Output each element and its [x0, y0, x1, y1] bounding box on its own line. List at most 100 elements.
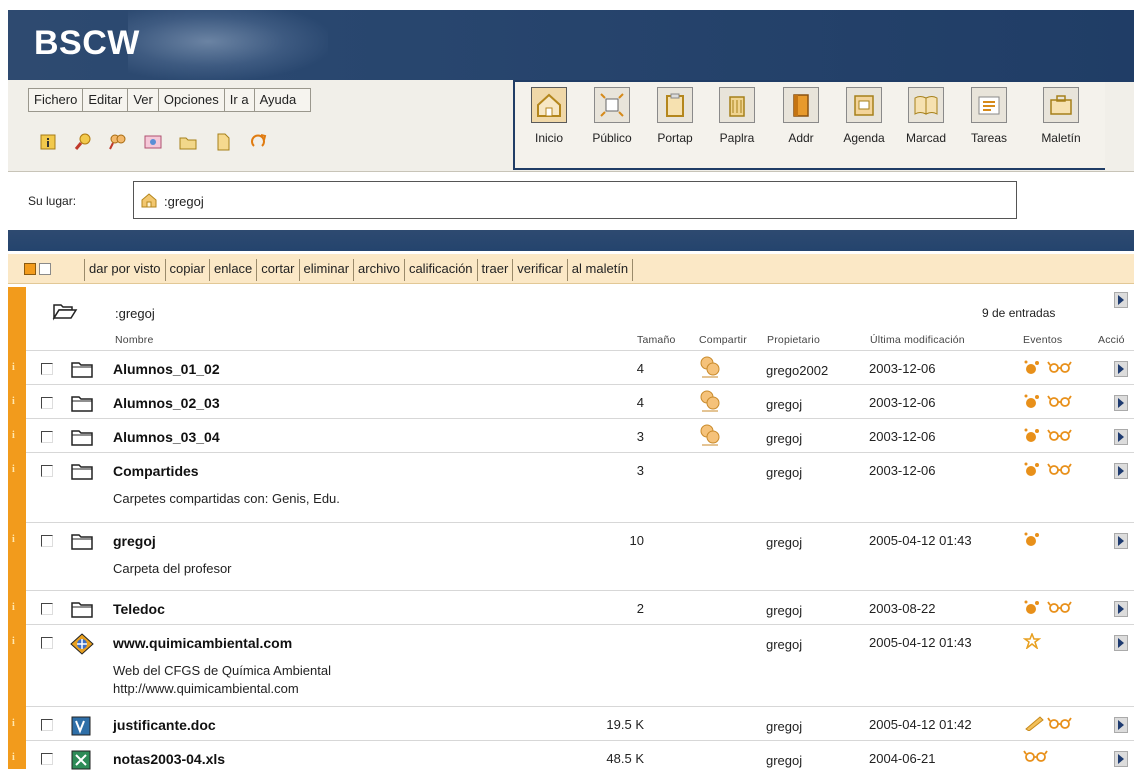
item-name-link[interactable]: www.quimicambiental.com	[113, 635, 292, 651]
row-checkbox[interactable]	[41, 431, 53, 443]
toolbar-pblico-button[interactable]: Público	[581, 87, 643, 167]
info-icon[interactable]	[38, 132, 58, 152]
select-all-icon[interactable]	[24, 263, 36, 275]
xls-icon[interactable]	[70, 749, 92, 774]
row-action-button[interactable]	[1114, 751, 1128, 767]
add-url-icon[interactable]	[143, 132, 163, 152]
new-document-icon[interactable]	[213, 132, 233, 152]
table-row[interactable]: i Teledoc 2 gregoj 2003-08-22	[12, 590, 1134, 624]
col-owner[interactable]: Propietario	[767, 334, 820, 346]
read-event-icon[interactable]	[1047, 428, 1073, 445]
row-checkbox[interactable]	[41, 719, 53, 731]
folder-icon[interactable]	[70, 359, 94, 382]
item-owner-link[interactable]: gregoj	[766, 719, 802, 734]
read-event-icon[interactable]	[1047, 394, 1073, 411]
item-owner-link[interactable]: gregoj	[766, 535, 802, 550]
menu-editar[interactable]: Editar	[83, 89, 129, 111]
item-name-link[interactable]: Alumnos_02_03	[113, 395, 220, 411]
read-event-icon[interactable]	[1047, 600, 1073, 617]
shared-people-icon[interactable]	[698, 355, 722, 384]
col-events[interactable]: Eventos	[1023, 334, 1062, 346]
item-owner-link[interactable]: gregoj	[766, 637, 802, 652]
action-archivo[interactable]: archivo	[353, 259, 404, 281]
folder-icon[interactable]	[70, 531, 94, 554]
row-checkbox[interactable]	[41, 397, 53, 409]
item-owner-link[interactable]: grego2002	[766, 363, 828, 378]
item-owner-link[interactable]: gregoj	[766, 431, 802, 446]
item-owner-link[interactable]: gregoj	[766, 603, 802, 618]
action-al-maletín[interactable]: al maletín	[566, 259, 634, 281]
toolbar-portap-button[interactable]: Portap	[644, 87, 706, 167]
toolbar-addr-button[interactable]: Addr	[770, 87, 832, 167]
table-row[interactable]: i Alumnos_03_04 3 gregoj 2003-12-06	[12, 418, 1134, 452]
col-modified[interactable]: Última modificación	[870, 334, 965, 346]
item-name-link[interactable]: justificante.doc	[113, 717, 216, 733]
read-event-icon[interactable]	[1047, 716, 1073, 733]
col-size[interactable]: Tamaño	[637, 334, 676, 346]
toolbar-maletn-button[interactable]: Maletín	[1030, 87, 1092, 167]
toolbar-agenda-button[interactable]: Agenda	[833, 87, 895, 167]
action-enlace[interactable]: enlace	[208, 259, 256, 281]
menu-ver[interactable]: Ver	[128, 89, 159, 111]
row-action-button[interactable]	[1114, 361, 1128, 377]
row-action-button[interactable]	[1114, 717, 1128, 733]
row-action-button[interactable]	[1114, 635, 1128, 651]
col-share[interactable]: Compartir	[699, 334, 747, 346]
row-action-button[interactable]	[1114, 463, 1128, 479]
action-dar-por-visto[interactable]: dar por visto	[84, 259, 165, 281]
star-event-icon[interactable]	[1022, 631, 1042, 652]
folder-icon[interactable]	[70, 599, 94, 622]
item-name-link[interactable]: Alumnos_01_02	[113, 361, 220, 377]
doc-icon[interactable]	[70, 715, 92, 740]
menu-opciones[interactable]: Opciones	[159, 89, 225, 111]
row-checkbox[interactable]	[41, 363, 53, 375]
menu-fichero[interactable]: Fichero	[29, 89, 84, 111]
item-name-link[interactable]: Alumnos_03_04	[113, 429, 220, 445]
item-name-link[interactable]: notas2003-04.xls	[113, 751, 225, 767]
new-event-icon[interactable]	[1023, 599, 1045, 618]
row-checkbox[interactable]	[41, 603, 53, 615]
table-row[interactable]: i Alumnos_02_03 4 gregoj 2003-12-06	[12, 384, 1134, 418]
new-event-icon[interactable]	[1023, 359, 1045, 378]
row-action-button[interactable]	[1114, 533, 1128, 549]
menu-ayuda[interactable]: Ayuda	[255, 89, 311, 111]
edit-event-icon[interactable]	[1023, 715, 1045, 734]
item-name-link[interactable]: gregoj	[113, 533, 156, 549]
item-name-link[interactable]: Teledoc	[113, 601, 165, 617]
search-people-icon[interactable]	[108, 132, 128, 152]
action-calificación[interactable]: calificación	[403, 259, 477, 281]
new-event-icon[interactable]	[1023, 531, 1045, 550]
row-action-button[interactable]	[1114, 395, 1128, 411]
info-icon[interactable]: i	[12, 464, 15, 475]
action-traer[interactable]: traer	[476, 259, 513, 281]
action-cortar[interactable]: cortar	[256, 259, 298, 281]
row-checkbox[interactable]	[41, 637, 53, 649]
table-row[interactable]: i justificante.doc 19.5 K gregoj 2005-04-12 …	[12, 706, 1134, 740]
select-none-icon[interactable]	[39, 263, 51, 275]
url-icon[interactable]	[70, 633, 94, 658]
listing-menu-button[interactable]	[1114, 292, 1128, 308]
table-row[interactable]: i Compartides Carpetes compartidas con: Ge…	[12, 452, 1134, 522]
info-icon[interactable]: i	[12, 718, 15, 729]
shared-people-icon[interactable]	[698, 423, 722, 452]
row-checkbox[interactable]	[41, 753, 53, 765]
info-icon[interactable]: i	[12, 636, 15, 647]
folder-icon[interactable]	[70, 461, 94, 484]
menu-ir-a[interactable]: Ir a	[225, 89, 255, 111]
action-eliminar[interactable]: eliminar	[298, 259, 354, 281]
folder-icon[interactable]	[70, 427, 94, 450]
table-row[interactable]: i www.quimicambiental.com Web del CFGS de …	[12, 624, 1134, 706]
toolbar-inicio-button[interactable]: Inicio	[518, 87, 580, 167]
info-icon[interactable]: i	[12, 362, 15, 373]
row-checkbox[interactable]	[41, 465, 53, 477]
info-icon[interactable]: i	[12, 396, 15, 407]
table-row[interactable]: i Alumnos_01_02 4 grego2002 2003-12-06	[12, 350, 1134, 384]
action-verificar[interactable]: verificar	[512, 259, 567, 281]
new-folder-icon[interactable]	[178, 132, 198, 152]
row-action-button[interactable]	[1114, 601, 1128, 617]
toolbar-marcad-button[interactable]: Marcad	[895, 87, 957, 167]
item-owner-link[interactable]: gregoj	[766, 753, 802, 768]
toolbar-paplra-button[interactable]: Paplra	[706, 87, 768, 167]
info-icon[interactable]: i	[12, 752, 15, 763]
search-icon[interactable]	[73, 132, 93, 152]
